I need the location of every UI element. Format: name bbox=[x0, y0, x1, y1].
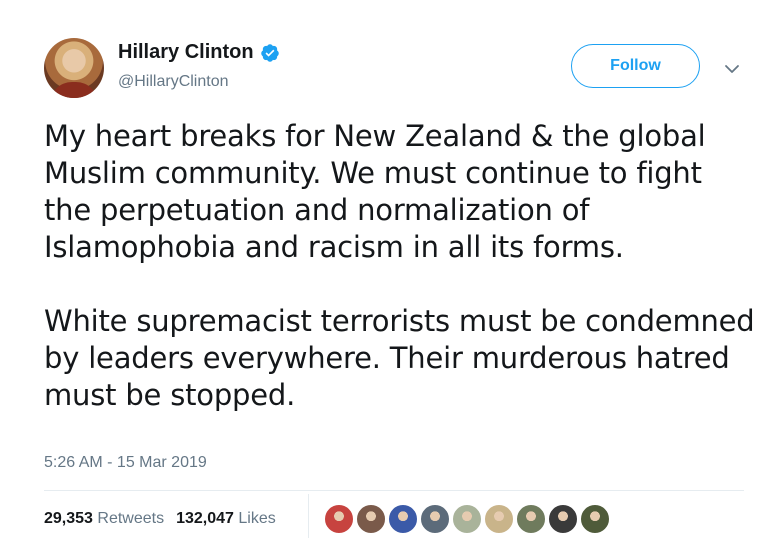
like-count-label: Likes bbox=[238, 510, 276, 527]
like-count[interactable]: 132,047 Likes bbox=[176, 510, 276, 528]
stats-separator bbox=[308, 494, 309, 538]
retweet-count-label: Retweets bbox=[97, 510, 165, 527]
author-avatar[interactable] bbox=[44, 38, 104, 98]
liker-avatar[interactable] bbox=[388, 504, 418, 534]
chevron-down-icon[interactable] bbox=[724, 60, 740, 73]
tweet-paragraph: White supremacist terrorists must be con… bbox=[44, 304, 755, 412]
liker-avatars bbox=[324, 504, 612, 534]
like-count-number: 132,047 bbox=[176, 510, 234, 527]
retweet-count[interactable]: 29,353 Retweets bbox=[44, 510, 164, 528]
author-name-text[interactable]: Hillary Clinton bbox=[118, 41, 254, 64]
liker-avatar[interactable] bbox=[580, 504, 610, 534]
liker-avatar[interactable] bbox=[420, 504, 450, 534]
divider bbox=[44, 490, 744, 491]
tweet-paragraph: My heart breaks for New Zealand & the gl… bbox=[44, 119, 706, 264]
tweet-stats: 29,353 Retweets 132,047 Likes bbox=[44, 510, 288, 528]
author-display-name[interactable]: Hillary Clinton bbox=[118, 41, 280, 64]
liker-avatar[interactable] bbox=[516, 504, 546, 534]
liker-avatar[interactable] bbox=[548, 504, 578, 534]
liker-avatar[interactable] bbox=[452, 504, 482, 534]
tweet-text: My heart breaks for New Zealand & the gl… bbox=[44, 118, 756, 414]
avatar-shoulders bbox=[50, 82, 98, 98]
tweet-timestamp[interactable]: 5:26 AM - 15 Mar 2019 bbox=[44, 454, 207, 472]
follow-button[interactable]: Follow bbox=[571, 44, 700, 88]
retweet-count-number: 29,353 bbox=[44, 510, 93, 527]
liker-avatar[interactable] bbox=[484, 504, 514, 534]
liker-avatar[interactable] bbox=[356, 504, 386, 534]
author-handle[interactable]: @HillaryClinton bbox=[118, 73, 229, 91]
liker-avatar[interactable] bbox=[324, 504, 354, 534]
verified-badge-icon bbox=[260, 43, 280, 63]
